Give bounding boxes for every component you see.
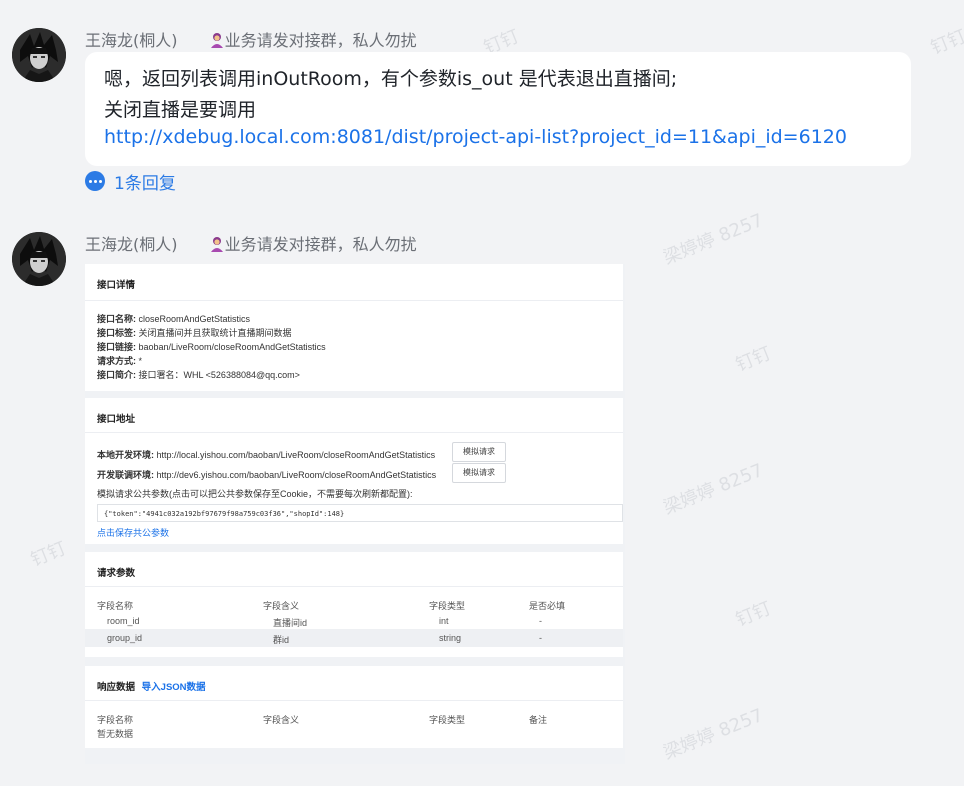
message-bubble[interactable]: 嗯，返回列表调用inOutRoom，有个参数is_out 是代表退出直播间; 关… [85,52,911,166]
section-title: 请求参数 [97,568,136,579]
section-title: 接口地址 [97,414,136,425]
env-row: 开发联调环境: http://dev6.yishou.com/baoban/Li… [97,470,437,480]
avatar-image-icon [12,28,66,82]
table-header: 字段含义 [263,601,300,611]
section-title: 响应数据 导入JSON数据 [97,682,206,693]
section-title: 接口详情 [97,280,136,291]
api-details-card: 接口详情 接口名称: closeRoomAndGetStatistics 接口标… [85,264,623,391]
sender-name[interactable]: 王海龙(桐人) [85,235,178,254]
import-json-link[interactable]: 导入JSON数据 [142,682,206,693]
reply-count: 1条回复 [114,173,176,194]
table-header: 备注 [529,715,548,725]
status-tag: 业务请发对接群，私人勿扰 [209,31,417,50]
params-input[interactable]: {"token":"4941c032a192bf97679f98a759c03f… [97,504,623,522]
sender-line: 王海龙(桐人) 业务请发对接群，私人勿扰 [85,27,417,51]
table-row [85,629,623,647]
env-row: 本地开发环境: http://local.yishou.com/baoban/L… [97,450,436,460]
empty-state: 暂无数据 [97,729,134,739]
table-header: 字段类型 [429,715,466,725]
mock-request-button[interactable]: 模拟请求 [452,463,506,483]
watermark: 梁婷婷 8257 [660,209,767,269]
table-cell: group_id [107,633,143,643]
table-header: 字段类型 [429,601,466,611]
chat-bubble-icon [85,171,105,191]
avatar[interactable] [12,232,66,286]
detail-row: 接口链接: baoban/LiveRoom/closeRoomAndGetSta… [97,342,326,352]
request-params-card: 请求参数 字段名称 字段含义 字段类型 是否必填 room_id 直播间id i… [85,552,623,657]
table-header: 字段名称 [97,601,134,611]
table-cell: 直播间id [273,618,308,628]
table-header: 字段含义 [263,715,300,725]
table-header: 字段名称 [97,715,134,725]
table-cell: int [439,616,449,626]
status-tag-text: 业务请发对接群，私人勿扰 [224,31,417,50]
table-header: 是否必填 [529,601,566,611]
reply-thread-button[interactable]: 1条回复 [85,170,176,194]
sender-line: 王海龙(桐人) 业务请发对接群，私人勿扰 [85,231,417,255]
message-text: 关闭直播是要调用 [104,99,257,121]
table-cell: room_id [107,616,140,626]
divider [85,586,623,587]
watermark: 梁婷婷 8257 [660,459,767,519]
params-hint: 模拟请求公共参数(点击可以把公共参数保存至Cookie，不需要每次刷新都配置): [97,489,413,499]
avatar[interactable] [12,28,66,82]
status-tag-text: 业务请发对接群，私人勿扰 [224,235,417,254]
status-tag: 业务请发对接群，私人勿扰 [209,235,417,254]
watermark: 梁婷婷 8257 [660,704,767,764]
message-link[interactable]: http://xdebug.local.com:8081/dist/projec… [104,126,847,148]
detail-row: 请求方式: * [97,356,143,366]
sender-name[interactable]: 王海龙(桐人) [85,31,178,50]
mock-request-button[interactable]: 模拟请求 [452,442,506,462]
detail-row: 接口名称: closeRoomAndGetStatistics [97,314,251,324]
watermark: 钉钉 [732,597,775,631]
person-emoji-icon [210,237,223,252]
avatar-image-icon [12,232,66,286]
divider [85,432,623,433]
detail-row: 接口简介: 接口署名：WHL <526388084@qq.com> [97,370,300,380]
table-cell: - [539,616,542,626]
person-emoji-icon [210,33,223,48]
attached-image[interactable]: 接口详情 接口名称: closeRoomAndGetStatistics 接口标… [85,264,625,764]
save-params-link[interactable]: 点击保存共公参数 [97,526,169,539]
divider [85,700,623,701]
table-cell: 群id [273,635,290,645]
message-text: 嗯，返回列表调用inOutRoom，有个参数is_out 是代表退出直播间; [104,68,678,90]
table-cell: - [539,633,542,643]
watermark: 钉钉 [732,342,775,376]
detail-row: 接口标签: 关闭直播间并且获取统计直播期间数据 [97,328,292,338]
divider [85,300,623,301]
watermark: 钉钉 [927,25,964,59]
response-card: 响应数据 导入JSON数据 字段名称 字段含义 字段类型 备注 暂无数据 [85,666,623,748]
api-address-card: 接口地址 本地开发环境: http://local.yishou.com/bao… [85,398,623,544]
watermark: 钉钉 [27,537,70,571]
table-cell: string [439,633,462,643]
